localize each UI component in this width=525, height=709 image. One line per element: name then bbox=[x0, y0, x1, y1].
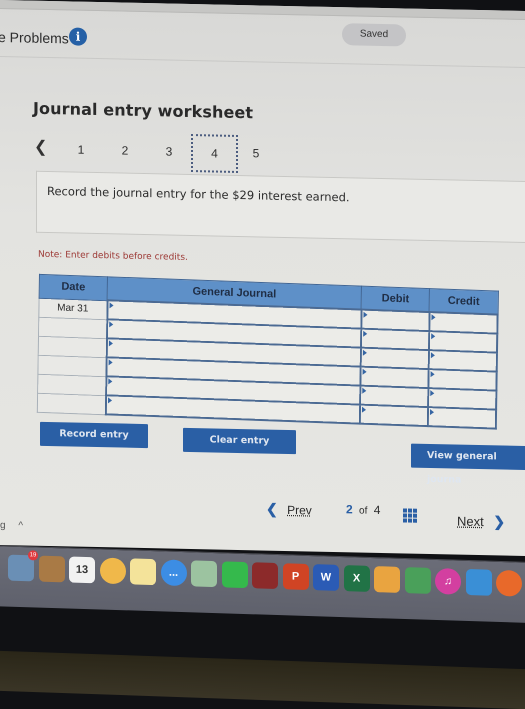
prompt-text: Record the journal entry for the $29 int… bbox=[47, 183, 350, 205]
dock-maps-icon[interactable] bbox=[191, 560, 217, 588]
pager-page-5[interactable]: 5 bbox=[236, 137, 276, 170]
dropdown-flag-icon bbox=[361, 406, 366, 413]
worksheet-title: Journal entry worksheet bbox=[33, 98, 254, 123]
dropdown-flag-icon bbox=[107, 378, 112, 385]
chevron-left-icon: ❮ bbox=[266, 500, 278, 517]
column-header-debit: Debit bbox=[361, 286, 430, 313]
dropdown-flag-icon bbox=[108, 321, 113, 328]
column-header-credit: Credit bbox=[429, 288, 498, 315]
dock-contacts-icon[interactable] bbox=[38, 555, 65, 583]
browser-bottom-left: g ^ bbox=[0, 520, 23, 531]
dropdown-flag-icon bbox=[431, 314, 436, 321]
debit-input[interactable] bbox=[360, 309, 430, 332]
pager-page-4-active[interactable]: 4 bbox=[191, 134, 238, 173]
chevron-left-icon[interactable]: ❮ bbox=[34, 133, 50, 165]
question-counter: 2 of 4 bbox=[346, 502, 380, 517]
dropdown-flag-icon bbox=[430, 390, 435, 397]
clear-entry-button[interactable]: Clear entry bbox=[183, 427, 296, 455]
dropdown-flag-icon bbox=[430, 352, 435, 359]
assignment-header: e Problems i Saved bbox=[0, 10, 525, 68]
problems-label: e Problems bbox=[0, 28, 69, 47]
dock-photos-icon[interactable] bbox=[99, 557, 126, 585]
caret-up-icon[interactable]: ^ bbox=[18, 520, 23, 531]
debit-input[interactable] bbox=[360, 328, 430, 351]
dropdown-flag-icon bbox=[361, 387, 366, 394]
prompt-box: Record the journal entry for the $29 int… bbox=[36, 170, 525, 244]
browser-viewport: e Problems i Saved Journal entry workshe… bbox=[0, 0, 525, 556]
dock-keynote-icon[interactable] bbox=[465, 568, 492, 596]
journal-table: Date General Journal Debit Credit Mar 31 bbox=[36, 273, 499, 430]
dock-ibooks-icon[interactable] bbox=[496, 569, 522, 597]
dropdown-flag-icon bbox=[362, 368, 367, 375]
dock-numbers-icon[interactable] bbox=[404, 567, 431, 594]
record-entry-button[interactable]: Record entry bbox=[40, 421, 148, 449]
credit-input[interactable] bbox=[429, 312, 498, 334]
debit-input[interactable] bbox=[360, 347, 429, 370]
partial-tab-text: g bbox=[0, 520, 6, 532]
dropdown-flag-icon bbox=[363, 311, 368, 318]
date-cell bbox=[37, 354, 107, 377]
dock-word-icon[interactable]: W bbox=[313, 564, 339, 591]
credit-input[interactable] bbox=[427, 388, 497, 410]
credit-input[interactable] bbox=[428, 369, 497, 391]
pager-page-2[interactable]: 2 bbox=[105, 134, 145, 167]
prev-link[interactable]: ❮ Prev bbox=[266, 501, 312, 519]
dock-facetime-icon[interactable] bbox=[221, 561, 248, 589]
prev-label: Prev bbox=[287, 503, 312, 518]
dock-pages-icon[interactable] bbox=[374, 566, 400, 593]
current-question: 2 bbox=[346, 502, 353, 517]
laptop-bezel bbox=[0, 650, 525, 709]
info-icon[interactable]: i bbox=[69, 27, 87, 46]
dock-notes-icon[interactable] bbox=[130, 558, 156, 586]
credit-input[interactable] bbox=[427, 407, 497, 429]
dropdown-flag-icon bbox=[430, 333, 435, 340]
dock-calendar-icon[interactable]: 13 bbox=[69, 556, 95, 584]
pager-page-1[interactable]: 1 bbox=[61, 133, 101, 166]
debit-input[interactable] bbox=[360, 366, 429, 389]
macos-dock: 19 13... P W X ♫ bbox=[0, 545, 525, 624]
dropdown-flag-icon bbox=[108, 340, 113, 347]
credit-input[interactable] bbox=[428, 331, 498, 353]
date-cell bbox=[38, 335, 107, 358]
dropdown-flag-icon bbox=[107, 397, 112, 404]
date-cell bbox=[37, 373, 106, 396]
dock-badge: 19 bbox=[28, 550, 38, 561]
total-questions: 4 bbox=[373, 502, 381, 517]
column-header-date: Date bbox=[39, 274, 108, 301]
dock-photo-booth-icon[interactable] bbox=[252, 562, 278, 590]
dropdown-flag-icon bbox=[108, 359, 113, 366]
dropdown-flag-icon bbox=[362, 349, 367, 356]
dock-messages-icon[interactable]: ... bbox=[160, 559, 187, 587]
dock-excel-icon[interactable]: X bbox=[343, 565, 370, 592]
dropdown-flag-icon bbox=[430, 371, 435, 378]
saved-status-badge: Saved bbox=[342, 23, 406, 47]
note-text: Note: Enter debits before credits. bbox=[38, 249, 188, 263]
grid-icon[interactable] bbox=[403, 508, 417, 523]
dock-powerpoint-icon[interactable]: P bbox=[282, 563, 309, 591]
date-cell: Mar 31 bbox=[38, 297, 108, 320]
dropdown-flag-icon bbox=[429, 409, 434, 416]
next-link[interactable]: Next ❯ bbox=[457, 513, 505, 531]
date-cell bbox=[38, 316, 107, 339]
next-label: Next bbox=[457, 513, 484, 530]
of-label: of bbox=[359, 505, 368, 517]
pager-page-3[interactable]: 3 bbox=[149, 135, 189, 168]
dropdown-flag-icon bbox=[109, 302, 114, 309]
dock-itunes-icon[interactable]: ♫ bbox=[435, 567, 461, 595]
view-general-journal-button[interactable]: View general journa bbox=[411, 443, 525, 486]
chevron-right-icon: ❯ bbox=[493, 513, 506, 530]
date-cell bbox=[37, 392, 106, 415]
debit-input[interactable] bbox=[359, 404, 428, 427]
dropdown-flag-icon bbox=[362, 330, 367, 337]
debit-input[interactable] bbox=[359, 385, 429, 408]
credit-input[interactable] bbox=[428, 350, 497, 372]
